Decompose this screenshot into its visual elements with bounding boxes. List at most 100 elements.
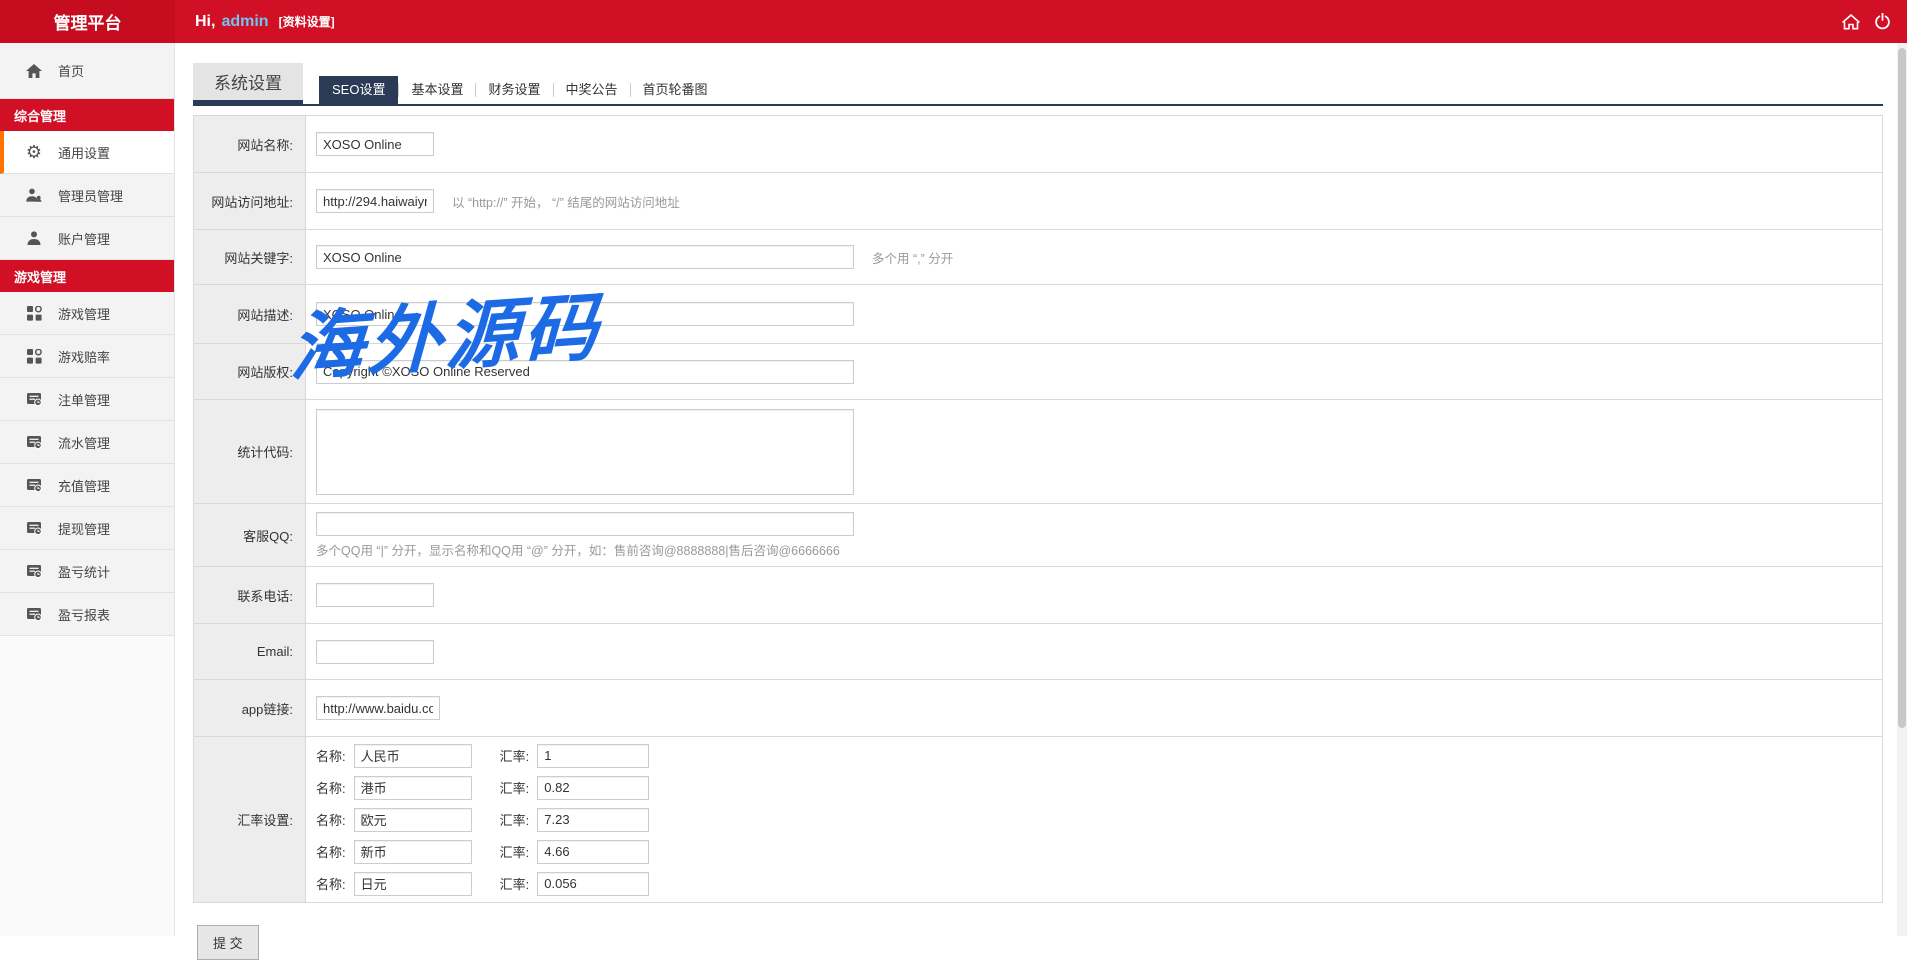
seo-settings-form: 网站名称: 网站访问地址: 以 “http://” 开始， “/” 结尾的网站访…: [193, 115, 1883, 903]
report-icon: [24, 522, 44, 535]
field-label: Email:: [194, 624, 306, 679]
sidebar-item-label: 流水管理: [58, 433, 110, 452]
field-label: 网站描述:: [194, 285, 306, 343]
rate-name-input[interactable]: [354, 872, 472, 896]
subtabs: SEO设置 基本设置 财务设置 中奖公告 首页轮番图: [319, 76, 720, 104]
sidebar-item-admin-management[interactable]: 管理员管理: [0, 174, 174, 217]
field-label: 网站版权:: [194, 344, 306, 399]
form-row-site-keywords: 网站关键字: 多个用 “,” 分开: [194, 230, 1882, 285]
rate-name-label: 名称:: [316, 778, 346, 797]
sidebar-item-recharge[interactable]: 充值管理: [0, 464, 174, 507]
header-actions: [1842, 13, 1891, 30]
rate-name-input[interactable]: [354, 840, 472, 864]
rate-name-label: 名称:: [316, 842, 346, 861]
rate-value-label: 汇率:: [500, 842, 530, 861]
field-label: app链接:: [194, 680, 306, 736]
field-label: 客服QQ:: [194, 504, 306, 566]
sidebar-item-bet-orders[interactable]: 注单管理: [0, 378, 174, 421]
power-icon[interactable]: [1874, 13, 1891, 30]
home-icon[interactable]: [1842, 14, 1860, 30]
rate-name-input[interactable]: [354, 808, 472, 832]
stats-code-textarea[interactable]: [316, 409, 854, 495]
tab-seo-settings[interactable]: SEO设置: [319, 76, 398, 104]
sidebar-item-label: 盈亏统计: [58, 562, 110, 581]
rate-row-cny: 名称: 汇率:: [316, 744, 649, 768]
report-icon: [24, 565, 44, 578]
site-name-input[interactable]: [316, 132, 434, 156]
sidebar-item-label: 通用设置: [58, 143, 110, 162]
rate-value-input[interactable]: [537, 840, 649, 864]
gear-icon: ⚙: [24, 144, 44, 160]
rate-value-label: 汇率:: [500, 746, 530, 765]
rate-name-input[interactable]: [354, 776, 472, 800]
form-row-stats-code: 统计代码:: [194, 400, 1882, 504]
sidebar-item-withdrawal[interactable]: 提现管理: [0, 507, 174, 550]
top-header: 管理平台 Hi, admin [资料设置]: [0, 0, 1907, 43]
report-icon: [24, 479, 44, 492]
form-row-app-link: app链接:: [194, 680, 1882, 737]
sidebar-item-home[interactable]: 首页: [0, 43, 174, 99]
sidebar-item-game-management[interactable]: 游戏管理: [0, 292, 174, 335]
sidebar-item-profit-report[interactable]: 盈亏报表: [0, 593, 174, 636]
sidebar-item-label: 注单管理: [58, 390, 110, 409]
apps-icon: [24, 306, 44, 321]
rate-value-label: 汇率:: [500, 810, 530, 829]
scrollbar-thumb[interactable]: [1898, 48, 1906, 728]
rate-row-hkd: 名称: 汇率:: [316, 776, 649, 800]
greeting-prefix: Hi,: [195, 13, 215, 31]
rate-row-sgd: 名称: 汇率:: [316, 840, 649, 864]
service-qq-input[interactable]: [316, 512, 854, 536]
sidebar-item-transactions[interactable]: 流水管理: [0, 421, 174, 464]
form-row-site-name: 网站名称:: [194, 116, 1882, 173]
rate-value-input[interactable]: [537, 872, 649, 896]
sidebar-item-label: 首页: [58, 61, 84, 80]
rate-name-label: 名称:: [316, 874, 346, 893]
field-label: 汇率设置:: [194, 737, 306, 902]
report-icon: [24, 436, 44, 449]
app-link-input[interactable]: [316, 696, 440, 720]
form-row-service-qq: 客服QQ: 多个QQ用 “|” 分开，显示名称和QQ用 “@” 分开，如：售前咨…: [194, 504, 1882, 567]
site-url-input[interactable]: [316, 189, 434, 213]
email-input[interactable]: [316, 640, 434, 664]
brand-title: 管理平台: [0, 0, 175, 43]
scrollbar[interactable]: [1897, 43, 1907, 936]
rate-row-eur: 名称: 汇率:: [316, 808, 649, 832]
rate-value-input[interactable]: [537, 808, 649, 832]
sidebar-item-label: 游戏赔率: [58, 347, 110, 366]
report-icon: [24, 393, 44, 406]
page-title: 系统设置: [193, 63, 303, 104]
home-icon: [24, 64, 44, 78]
submit-button[interactable]: 提 交: [197, 925, 259, 960]
rate-name-input[interactable]: [354, 744, 472, 768]
form-row-site-url: 网站访问地址: 以 “http://” 开始， “/” 结尾的网站访问地址: [194, 173, 1882, 230]
form-row-site-copyright: 网站版权:: [194, 344, 1882, 400]
field-hint: 多个QQ用 “|” 分开，显示名称和QQ用 “@” 分开，如：售前咨询@8888…: [316, 540, 840, 559]
site-copyright-input[interactable]: [316, 360, 854, 384]
rate-value-label: 汇率:: [500, 874, 530, 893]
field-label: 网站名称:: [194, 116, 306, 172]
tab-finance-settings[interactable]: 财务设置: [476, 76, 552, 104]
sidebar-item-account-management[interactable]: 账户管理: [0, 217, 174, 260]
profile-settings-link[interactable]: [资料设置]: [279, 13, 335, 30]
field-label: 统计代码:: [194, 400, 306, 503]
tab-home-carousel[interactable]: 首页轮番图: [631, 76, 720, 104]
tab-basic-settings[interactable]: 基本设置: [399, 76, 475, 104]
sidebar-item-label: 游戏管理: [58, 304, 110, 323]
form-row-phone: 联系电话:: [194, 567, 1882, 624]
sidebar-item-game-odds[interactable]: 游戏赔率: [0, 335, 174, 378]
site-keywords-input[interactable]: [316, 245, 854, 269]
apps-icon: [24, 349, 44, 364]
sidebar-item-profit-stats[interactable]: 盈亏统计: [0, 550, 174, 593]
rate-value-input[interactable]: [537, 776, 649, 800]
admins-icon: [24, 188, 44, 202]
main-content: 系统设置 SEO设置 基本设置 财务设置 中奖公告 首页轮番图 网站名称: 网站…: [175, 43, 1907, 936]
site-description-input[interactable]: [316, 302, 854, 326]
sidebar-item-general-settings[interactable]: ⚙ 通用设置: [0, 131, 174, 174]
rate-name-label: 名称:: [316, 810, 346, 829]
username: admin: [221, 13, 268, 31]
rate-row-jpy: 名称: 汇率:: [316, 872, 649, 896]
rate-value-input[interactable]: [537, 744, 649, 768]
field-label: 网站关键字:: [194, 230, 306, 284]
tab-winning-announcement[interactable]: 中奖公告: [554, 76, 630, 104]
phone-input[interactable]: [316, 583, 434, 607]
